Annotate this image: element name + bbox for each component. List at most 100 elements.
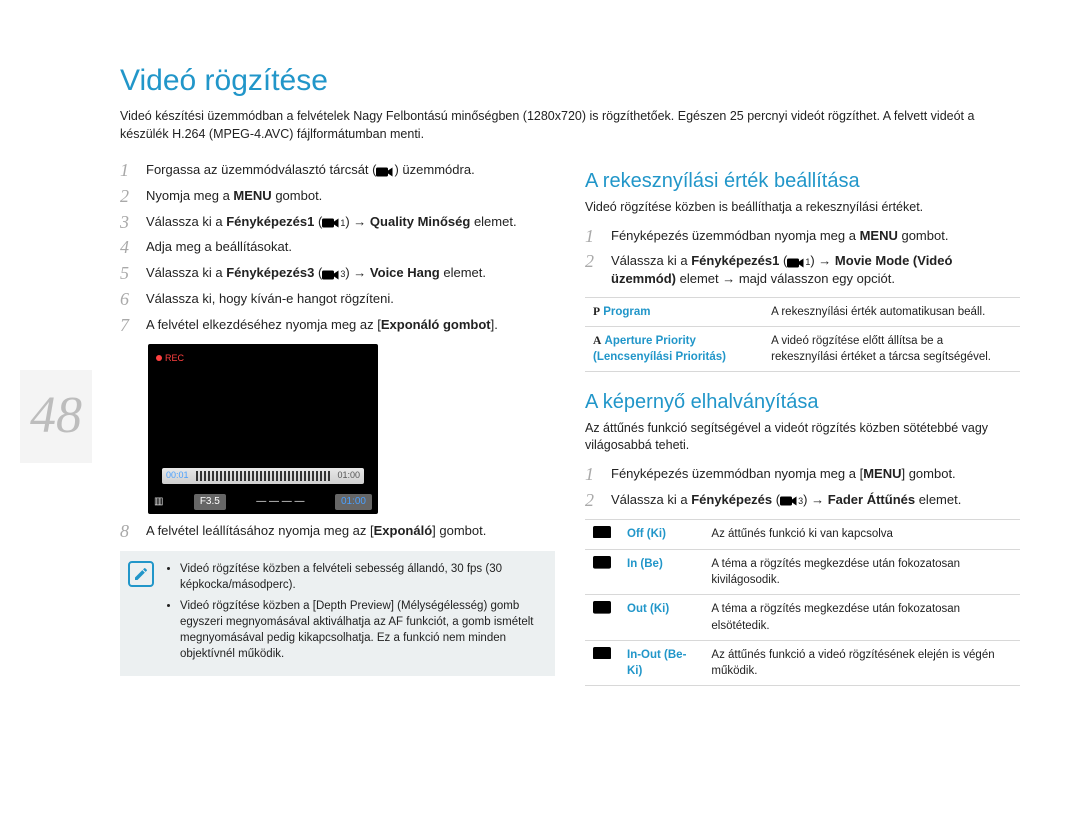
step-text: Válassza ki a Fényképezés3 (3) → Voice H… [146, 264, 555, 284]
option-desc-cell: Az áttűnés funkció ki van kapcsolva [703, 519, 1020, 550]
step-item: 4 Adja meg a beállításokat. [120, 238, 555, 258]
rec-indicator: REC [156, 352, 184, 365]
aperture-step-list: 1 Fényképezés üzemmódban nyomja meg a MEN… [585, 227, 1020, 289]
fader-icon [593, 647, 611, 661]
option-desc-cell: A téma a rögzítés megkezdése után fokoza… [703, 550, 1020, 595]
step-text: Nyomja meg a MENU gombot. [146, 187, 555, 207]
step-text: Válassza ki a Fényképezés (3) → Fader Át… [611, 491, 1020, 511]
note-icon [128, 561, 154, 587]
option-row: P ProgramA rekesznyílási érték automatik… [585, 297, 1020, 326]
step-number: 2 [585, 491, 601, 511]
option-name-cell: P Program [585, 297, 763, 326]
camera-icon [780, 494, 798, 506]
main-step-list-cont: 8 A felvétel leállításához nyomja meg az … [120, 522, 555, 542]
step-text: Válassza ki, hogy kíván-e hangot rögzíte… [146, 290, 555, 310]
ev-spacer: — — — — [256, 495, 304, 509]
fader-heading: A képernyő elhalványítása [585, 388, 1020, 416]
step-item: 3 Válassza ki a Fényképezés1 (1) → Qualit… [120, 213, 555, 233]
step-text: Adja meg a beállításokat. [146, 238, 555, 258]
option-name-cell: In-Out (Be-Ki) [619, 640, 703, 685]
right-column: A rekesznyílási érték beállítása Videó r… [585, 161, 1020, 702]
camera-icon [376, 165, 394, 177]
note-box: Videó rögzítése közben a felvételi sebes… [120, 551, 555, 676]
option-icon-cell [585, 550, 619, 595]
step-text: A felvétel elkezdéséhez nyomja meg az [E… [146, 316, 555, 336]
step-number: 2 [585, 252, 601, 288]
option-desc-cell: A videó rögzítése előtt állítsa be a rek… [763, 326, 1020, 371]
note-item: Videó rögzítése közben a [Depth Preview]… [180, 598, 543, 662]
step-number: 1 [120, 161, 136, 181]
option-desc-cell: Az áttűnés funkció a videó rögzítésének … [703, 640, 1020, 685]
fader-icon [593, 526, 611, 540]
fader-step-list: 1 Fényképezés üzemmódban nyomja meg a [ME… [585, 465, 1020, 511]
option-name-cell: Out (Ki) [619, 595, 703, 640]
step-item: 1 Forgassa az üzemmódválasztó tárcsát () … [120, 161, 555, 181]
camera-icon [322, 216, 340, 228]
step-text: A felvétel leállításához nyomja meg az [… [146, 522, 555, 542]
step-text: Forgassa az üzemmódválasztó tárcsát () ü… [146, 161, 555, 181]
fader-icon [593, 601, 611, 615]
option-desc-cell: A téma a rögzítés megkezdése után fokoza… [703, 595, 1020, 640]
step-number: 1 [585, 227, 601, 247]
camera-icon-sub: 1 [805, 257, 810, 267]
option-row: A Aperture Priority (Lencsenyílási Prior… [585, 326, 1020, 371]
step-text: Válassza ki a Fényképezés1 (1) → Quality… [146, 213, 555, 233]
lcd-preview: REC 00:01 01:00 ▥ F3.5 — — — — 01:00 [148, 344, 378, 514]
step-text: Fényképezés üzemmódban nyomja meg a MENU… [611, 227, 1020, 247]
option-row: In-Out (Be-Ki)Az áttűnés funkció a videó… [585, 640, 1020, 685]
aperture-intro: Videó rögzítése közben is beállíthatja a… [585, 199, 1020, 217]
fader-icon [593, 556, 611, 570]
step-number: 3 [120, 213, 136, 233]
left-column: 1 Forgassa az üzemmódválasztó tárcsát () … [120, 161, 555, 702]
option-icon-cell [585, 640, 619, 685]
camera-icon [787, 256, 805, 268]
time-chip: 01:00 [335, 494, 372, 510]
fader-intro: Az áttűnés funkció segítségével a videót… [585, 420, 1020, 455]
main-step-list: 1 Forgassa az üzemmódválasztó tárcsát () … [120, 161, 555, 336]
step-number: 5 [120, 264, 136, 284]
step-item: 8 A felvétel leállításához nyomja meg az … [120, 522, 555, 542]
camera-icon-sub: 3 [798, 496, 803, 506]
step-number: 1 [585, 465, 601, 485]
step-number: 8 [120, 522, 136, 542]
step-number: 4 [120, 238, 136, 258]
battery-icon: ▥ [154, 495, 163, 509]
option-row: Off (Ki)Az áttűnés funkció ki van kapcso… [585, 519, 1020, 550]
step-item: 7 A felvétel elkezdéséhez nyomja meg az [… [120, 316, 555, 336]
step-number: 2 [120, 187, 136, 207]
option-icon-cell [585, 595, 619, 640]
bar-time-end: 01:00 [337, 469, 360, 482]
camera-icon [322, 268, 340, 280]
step-number: 6 [120, 290, 136, 310]
option-name-cell: A Aperture Priority (Lencsenyílási Prior… [585, 326, 763, 371]
option-icon-cell [585, 519, 619, 550]
page-title: Videó rögzítése [120, 60, 1020, 102]
note-list: Videó rögzítése közben a felvételi sebes… [164, 561, 543, 662]
note-item: Videó rögzítése közben a felvételi sebes… [180, 561, 543, 593]
aperture-options-table: P ProgramA rekesznyílási érték automatik… [585, 297, 1020, 372]
option-name-cell: Off (Ki) [619, 519, 703, 550]
option-row: Out (Ki)A téma a rögzítés megkezdése utá… [585, 595, 1020, 640]
step-text: Válassza ki a Fényképezés1 (1) → Movie M… [611, 252, 1020, 288]
aperture-heading: A rekesznyílási érték beállítása [585, 167, 1020, 195]
step-item: 2 Válassza ki a Fényképezés1 (1) → Movie … [585, 252, 1020, 288]
step-item: 2 Válassza ki a Fényképezés (3) → Fader Á… [585, 491, 1020, 511]
camera-icon-sub: 1 [340, 218, 345, 228]
page-number: 48 [20, 370, 92, 463]
step-item: 1 Fényképezés üzemmódban nyomja meg a MEN… [585, 227, 1020, 247]
aperture-chip: F3.5 [194, 494, 226, 510]
step-number: 7 [120, 316, 136, 336]
intro-text: Videó készítési üzemmódban a felvételek … [120, 108, 1020, 143]
step-item: 1 Fényképezés üzemmódban nyomja meg a [ME… [585, 465, 1020, 485]
lcd-bottom-row: ▥ F3.5 — — — — 01:00 [154, 494, 372, 510]
option-row: In (Be)A téma a rögzítés megkezdése után… [585, 550, 1020, 595]
option-name-cell: In (Be) [619, 550, 703, 595]
step-item: 6 Válassza ki, hogy kíván-e hangot rögzít… [120, 290, 555, 310]
progress-bar: 00:01 01:00 [162, 468, 364, 484]
step-text: Fényképezés üzemmódban nyomja meg a [MEN… [611, 465, 1020, 485]
step-item: 2 Nyomja meg a MENU gombot. [120, 187, 555, 207]
camera-icon-sub: 3 [340, 269, 345, 279]
fader-options-table: Off (Ki)Az áttűnés funkció ki van kapcso… [585, 519, 1020, 686]
step-item: 5 Válassza ki a Fényképezés3 (3) → Voice … [120, 264, 555, 284]
bar-time-start: 00:01 [166, 469, 189, 482]
